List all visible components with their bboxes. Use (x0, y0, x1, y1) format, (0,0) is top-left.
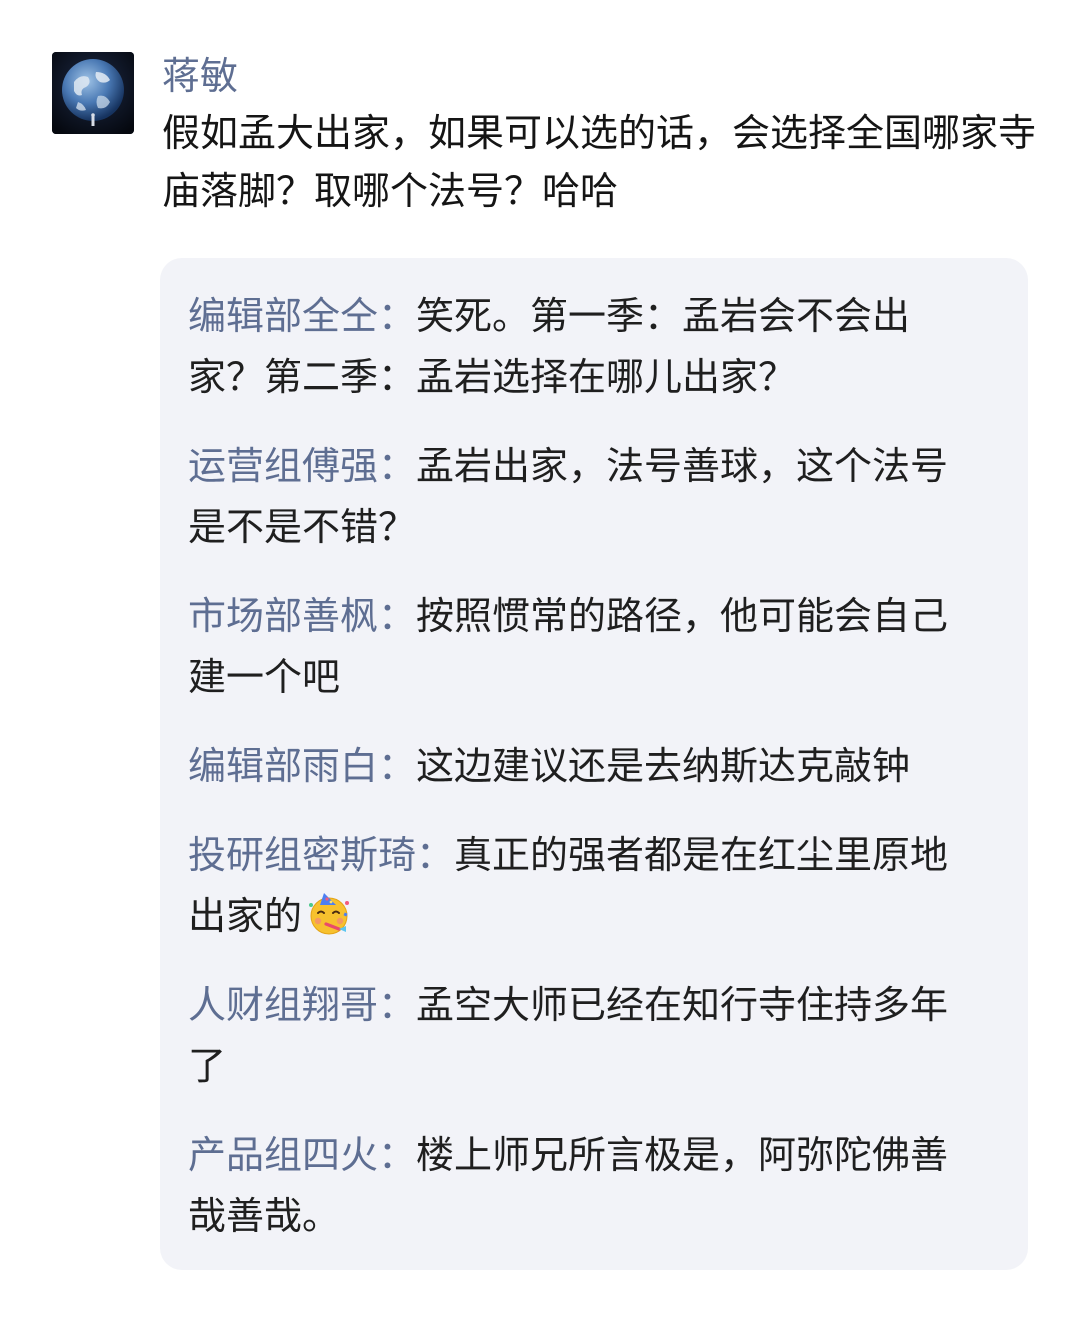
commenter-name[interactable]: 编辑部雨白： (188, 744, 416, 788)
comment-item: 投研组密斯琦：真正的强者都是在红尘里原地出家的 (188, 825, 958, 947)
comment-item: 产品组四火：楼上师兄所言极是，阿弥陀佛善哉善哉。 (188, 1125, 958, 1247)
commenter-name[interactable]: 编辑部全仝： (188, 294, 416, 338)
commenter-name[interactable]: 市场部善枫： (188, 594, 416, 638)
commenter-name[interactable]: 运营组傅强： (188, 444, 416, 488)
comment-item: 人财组翔哥：孟空大师已经在知行寺住持多年了 (188, 975, 958, 1097)
comment-item: 运营组傅强：孟岩出家，法号善球，这个法号是不是不错？ (188, 436, 958, 558)
commenter-name[interactable]: 产品组四火： (188, 1133, 416, 1177)
comment-item: 市场部善枫：按照惯常的路径，他可能会自己建一个吧 (188, 586, 958, 708)
commenter-name[interactable]: 人财组翔哥： (188, 983, 416, 1027)
comment-text: 这边建议还是去纳斯达克敲钟 (416, 744, 911, 788)
earth-avatar-icon (52, 52, 134, 134)
partying-face-emoji-icon (306, 891, 352, 937)
comments-panel: 编辑部全仝：笑死。第一季：孟岩会不会出家？第二季：孟岩选择在哪儿出家？ 运营组傅… (160, 258, 1028, 1270)
comment-item: 编辑部雨白：这边建议还是去纳斯达克敲钟 (188, 736, 958, 797)
author-name[interactable]: 蒋敏 (162, 50, 238, 102)
author-avatar[interactable] (52, 52, 134, 134)
post-text: 假如孟大出家，如果可以选的话，会选择全国哪家寺庙落脚？取哪个法号？哈哈 (162, 111, 1037, 213)
comment-item: 编辑部全仝：笑死。第一季：孟岩会不会出家？第二季：孟岩选择在哪儿出家？ (188, 286, 958, 408)
commenter-name[interactable]: 投研组密斯琦： (188, 833, 454, 877)
